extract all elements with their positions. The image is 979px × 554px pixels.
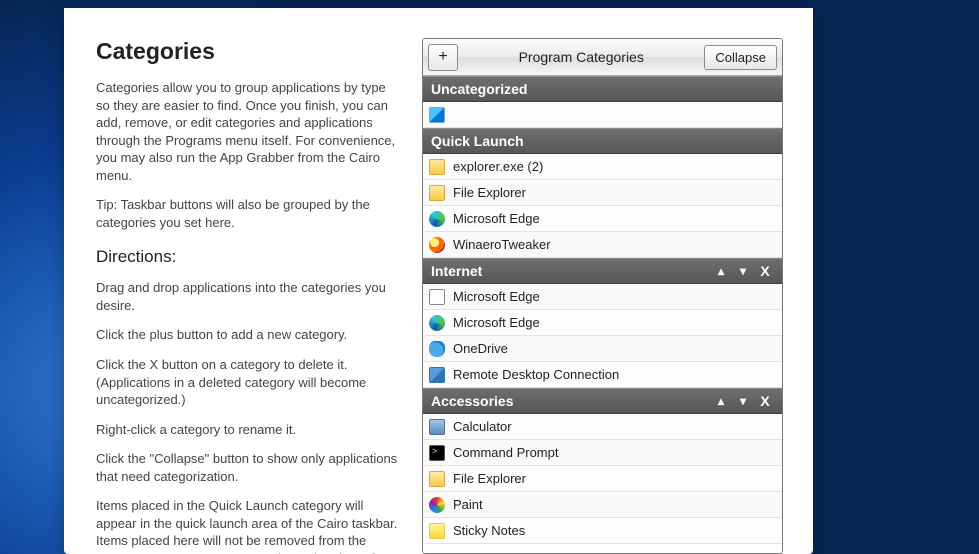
program-label: Sticky Notes [453, 523, 525, 538]
tip-paragraph: Tip: Taskbar buttons will also be groupe… [96, 196, 400, 231]
toolbar-title: Program Categories [458, 49, 704, 65]
onedrive-icon [429, 341, 445, 357]
program-label: File Explorer [453, 471, 526, 486]
category-name: Quick Launch [431, 133, 774, 149]
program-label: explorer.exe (2) [453, 159, 543, 174]
category-name: Uncategorized [431, 81, 774, 97]
move-down-icon[interactable]: ▾ [734, 392, 752, 410]
app-grabber-window: Categories Categories allow you to group… [64, 8, 813, 554]
program-item[interactable]: Paint [423, 492, 782, 518]
program-item[interactable]: Microsoft Edge [423, 310, 782, 336]
program-label: Remote Desktop Connection [453, 367, 619, 382]
cmd-icon [429, 445, 445, 461]
doc-icon [429, 289, 445, 305]
instructions-pane: Categories Categories allow you to group… [96, 38, 422, 554]
program-label: Command Prompt [453, 445, 558, 460]
win-icon [429, 107, 445, 123]
sticky-icon [429, 523, 445, 539]
folder-icon [429, 185, 445, 201]
program-label: WinaeroTweaker [453, 237, 551, 252]
program-label: Calculator [453, 419, 512, 434]
program-item[interactable]: Sticky Notes [423, 518, 782, 544]
collapse-button[interactable]: Collapse [704, 45, 777, 70]
direction-text: Right-click a category to rename it. [96, 421, 400, 439]
category-header[interactable]: Accessories▴▾X [423, 388, 782, 414]
folder-icon [429, 159, 445, 175]
program-item[interactable] [423, 102, 782, 128]
program-label: File Explorer [453, 185, 526, 200]
program-label: Microsoft Edge [453, 289, 540, 304]
add-category-button[interactable]: + [428, 44, 458, 71]
delete-category-icon[interactable]: X [756, 392, 774, 410]
direction-text: Click the "Collapse" button to show only… [96, 450, 400, 485]
rdp-icon [429, 367, 445, 383]
program-item[interactable]: Command Prompt [423, 440, 782, 466]
program-item[interactable]: File Explorer [423, 466, 782, 492]
program-label: Paint [453, 497, 483, 512]
program-item[interactable]: Remote Desktop Connection [423, 362, 782, 388]
move-up-icon[interactable]: ▴ [712, 392, 730, 410]
program-item[interactable]: OneDrive [423, 336, 782, 362]
calc-icon [429, 419, 445, 435]
categories-scroll-area[interactable]: Uncategorized Quick Launch explorer.exe (2… [423, 76, 782, 553]
move-down-icon[interactable]: ▾ [734, 262, 752, 280]
program-item[interactable]: Microsoft Edge [423, 284, 782, 310]
program-item[interactable]: Calculator [423, 414, 782, 440]
category-name: Accessories [431, 393, 708, 409]
program-item[interactable]: Microsoft Edge [423, 206, 782, 232]
program-label: Microsoft Edge [453, 315, 540, 330]
direction-text: Drag and drop applications into the cate… [96, 279, 400, 314]
winaero-icon [429, 237, 445, 253]
categories-toolbar: + Program Categories Collapse [423, 39, 782, 76]
category-header[interactable]: Internet▴▾X [423, 258, 782, 284]
program-item[interactable]: explorer.exe (2) [423, 154, 782, 180]
categories-panel: + Program Categories Collapse Uncategori… [422, 38, 783, 554]
directions-heading: Directions: [96, 247, 400, 267]
edge-icon [429, 315, 445, 331]
program-label: Microsoft Edge [453, 211, 540, 226]
edge-icon [429, 211, 445, 227]
intro-paragraph: Categories allow you to group applicatio… [96, 79, 400, 184]
direction-text: Click the X button on a category to dele… [96, 356, 400, 409]
category-name: Internet [431, 263, 708, 279]
page-title: Categories [96, 38, 400, 65]
direction-text: Click the plus button to add a new categ… [96, 326, 400, 344]
category-header[interactable]: Quick Launch [423, 128, 782, 154]
folder-icon [429, 471, 445, 487]
delete-category-icon[interactable]: X [756, 262, 774, 280]
direction-text: Items placed in the Quick Launch categor… [96, 497, 400, 554]
program-item[interactable]: WinaeroTweaker [423, 232, 782, 258]
paint-icon [429, 497, 445, 513]
program-label: OneDrive [453, 341, 508, 356]
move-up-icon[interactable]: ▴ [712, 262, 730, 280]
program-item[interactable]: File Explorer [423, 180, 782, 206]
category-header[interactable]: Uncategorized [423, 76, 782, 102]
